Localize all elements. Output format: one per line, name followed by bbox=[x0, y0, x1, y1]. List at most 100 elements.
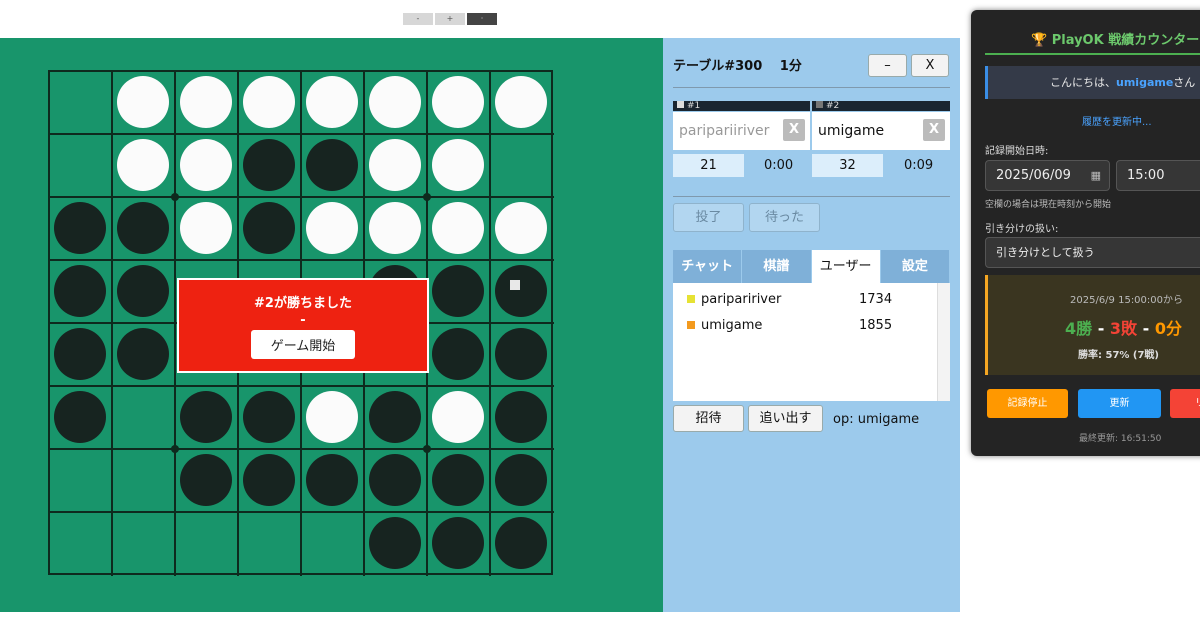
scrollbar[interactable] bbox=[937, 283, 950, 401]
board-cell[interactable] bbox=[113, 450, 176, 513]
board-cell[interactable] bbox=[365, 72, 428, 135]
board-cell[interactable] bbox=[113, 387, 176, 450]
start-date-field[interactable]: 2025/06/09 ▦ bbox=[985, 160, 1110, 191]
board-cell[interactable] bbox=[428, 387, 491, 450]
seat1-remove-button[interactable]: X bbox=[783, 119, 805, 141]
board-cell[interactable] bbox=[428, 261, 491, 324]
board-cell[interactable] bbox=[176, 387, 239, 450]
board-cell[interactable] bbox=[113, 513, 176, 576]
black-piece bbox=[369, 517, 421, 569]
board-cell[interactable] bbox=[239, 198, 302, 261]
tab-users[interactable]: ユーザー bbox=[811, 250, 881, 283]
kick-button[interactable]: 追い出す bbox=[748, 405, 823, 432]
black-piece bbox=[243, 139, 295, 191]
white-piece bbox=[117, 76, 169, 128]
start-time-field[interactable]: 15:00 bbox=[1116, 160, 1200, 191]
board-cell[interactable] bbox=[50, 261, 113, 324]
board-cell[interactable] bbox=[365, 135, 428, 198]
zoom-reset-button[interactable]: · bbox=[467, 13, 497, 25]
reset-button[interactable]: リ bbox=[1170, 389, 1200, 418]
minimize-button[interactable]: – bbox=[868, 54, 907, 77]
board-cell[interactable] bbox=[491, 198, 554, 261]
update-button[interactable]: 更新 bbox=[1078, 389, 1161, 418]
board-cell[interactable] bbox=[302, 387, 365, 450]
start-date-value: 2025/06/09 bbox=[996, 168, 1071, 183]
board-cell[interactable] bbox=[239, 135, 302, 198]
invite-button[interactable]: 招待 bbox=[673, 405, 744, 432]
board-cell[interactable] bbox=[113, 135, 176, 198]
board-cell[interactable] bbox=[50, 450, 113, 513]
board-cell[interactable] bbox=[491, 72, 554, 135]
board-cell[interactable] bbox=[428, 513, 491, 576]
board-cell[interactable] bbox=[491, 261, 554, 324]
board-cell[interactable] bbox=[428, 450, 491, 513]
board-cell[interactable] bbox=[176, 513, 239, 576]
board-cell[interactable] bbox=[365, 450, 428, 513]
board-cell[interactable] bbox=[302, 198, 365, 261]
white-piece bbox=[495, 202, 547, 254]
board-cell[interactable] bbox=[50, 135, 113, 198]
table-title: テーブル#300 1分 bbox=[673, 59, 802, 74]
board-cell[interactable] bbox=[113, 72, 176, 135]
white-piece bbox=[306, 391, 358, 443]
board-cell[interactable] bbox=[491, 324, 554, 387]
board-cell[interactable] bbox=[365, 387, 428, 450]
board-cell[interactable] bbox=[428, 324, 491, 387]
board-cell[interactable] bbox=[365, 198, 428, 261]
board-cell[interactable] bbox=[50, 387, 113, 450]
list-item[interactable]: umigame 1855 bbox=[687, 318, 892, 333]
tab-settings[interactable]: 設定 bbox=[880, 250, 950, 283]
board-cell[interactable] bbox=[239, 513, 302, 576]
board-cell[interactable] bbox=[365, 513, 428, 576]
list-item[interactable]: paripaririver 1734 bbox=[687, 292, 892, 307]
close-button[interactable]: X bbox=[911, 54, 949, 77]
zoom-in-button[interactable]: + bbox=[435, 13, 465, 25]
square-icon bbox=[677, 101, 684, 108]
board-cell[interactable] bbox=[491, 387, 554, 450]
board-cell[interactable] bbox=[302, 450, 365, 513]
board-cell[interactable] bbox=[239, 387, 302, 450]
board-star-point bbox=[423, 445, 431, 453]
board-cell[interactable] bbox=[428, 198, 491, 261]
board-cell[interactable] bbox=[113, 198, 176, 261]
board-cell[interactable] bbox=[239, 450, 302, 513]
undo-button[interactable]: 待った bbox=[749, 203, 820, 232]
seat2-time: 0:09 bbox=[904, 158, 934, 173]
board-cell[interactable] bbox=[302, 72, 365, 135]
black-piece bbox=[54, 202, 106, 254]
white-piece bbox=[117, 139, 169, 191]
tab-chat[interactable]: チャット bbox=[673, 250, 743, 283]
calendar-icon[interactable]: ▦ bbox=[1091, 161, 1101, 190]
stop-recording-button[interactable]: 記録停止 bbox=[987, 389, 1068, 418]
board-cell[interactable] bbox=[239, 72, 302, 135]
board-cell[interactable] bbox=[491, 513, 554, 576]
seat2-label: #2 bbox=[826, 101, 840, 111]
seat1-score: 21 bbox=[673, 154, 744, 177]
board-cell[interactable] bbox=[50, 72, 113, 135]
board-cell[interactable] bbox=[176, 198, 239, 261]
zoom-out-button[interactable]: - bbox=[403, 13, 433, 25]
board-cell[interactable] bbox=[50, 513, 113, 576]
board-cell[interactable] bbox=[491, 450, 554, 513]
board-cell[interactable] bbox=[302, 513, 365, 576]
resign-button[interactable]: 投了 bbox=[673, 203, 744, 232]
board-cell[interactable] bbox=[50, 198, 113, 261]
seat2-remove-button[interactable]: X bbox=[923, 119, 945, 141]
white-piece bbox=[243, 76, 295, 128]
draw-select[interactable]: 引き分けとして扱う bbox=[985, 237, 1200, 268]
win-rate: 勝率: 57% (7戦) bbox=[1078, 350, 1159, 361]
board-cell[interactable] bbox=[428, 72, 491, 135]
white-piece bbox=[180, 139, 232, 191]
board-cell[interactable] bbox=[491, 135, 554, 198]
board-cell[interactable] bbox=[176, 450, 239, 513]
board-cell[interactable] bbox=[428, 135, 491, 198]
board-cell[interactable] bbox=[302, 135, 365, 198]
board-cell[interactable] bbox=[176, 72, 239, 135]
board-cell[interactable] bbox=[113, 324, 176, 387]
black-piece bbox=[432, 454, 484, 506]
tab-kifu[interactable]: 棋譜 bbox=[742, 250, 812, 283]
board-cell[interactable] bbox=[50, 324, 113, 387]
board-cell[interactable] bbox=[176, 135, 239, 198]
board-cell[interactable] bbox=[113, 261, 176, 324]
start-game-button[interactable]: ゲーム開始 bbox=[250, 330, 356, 359]
